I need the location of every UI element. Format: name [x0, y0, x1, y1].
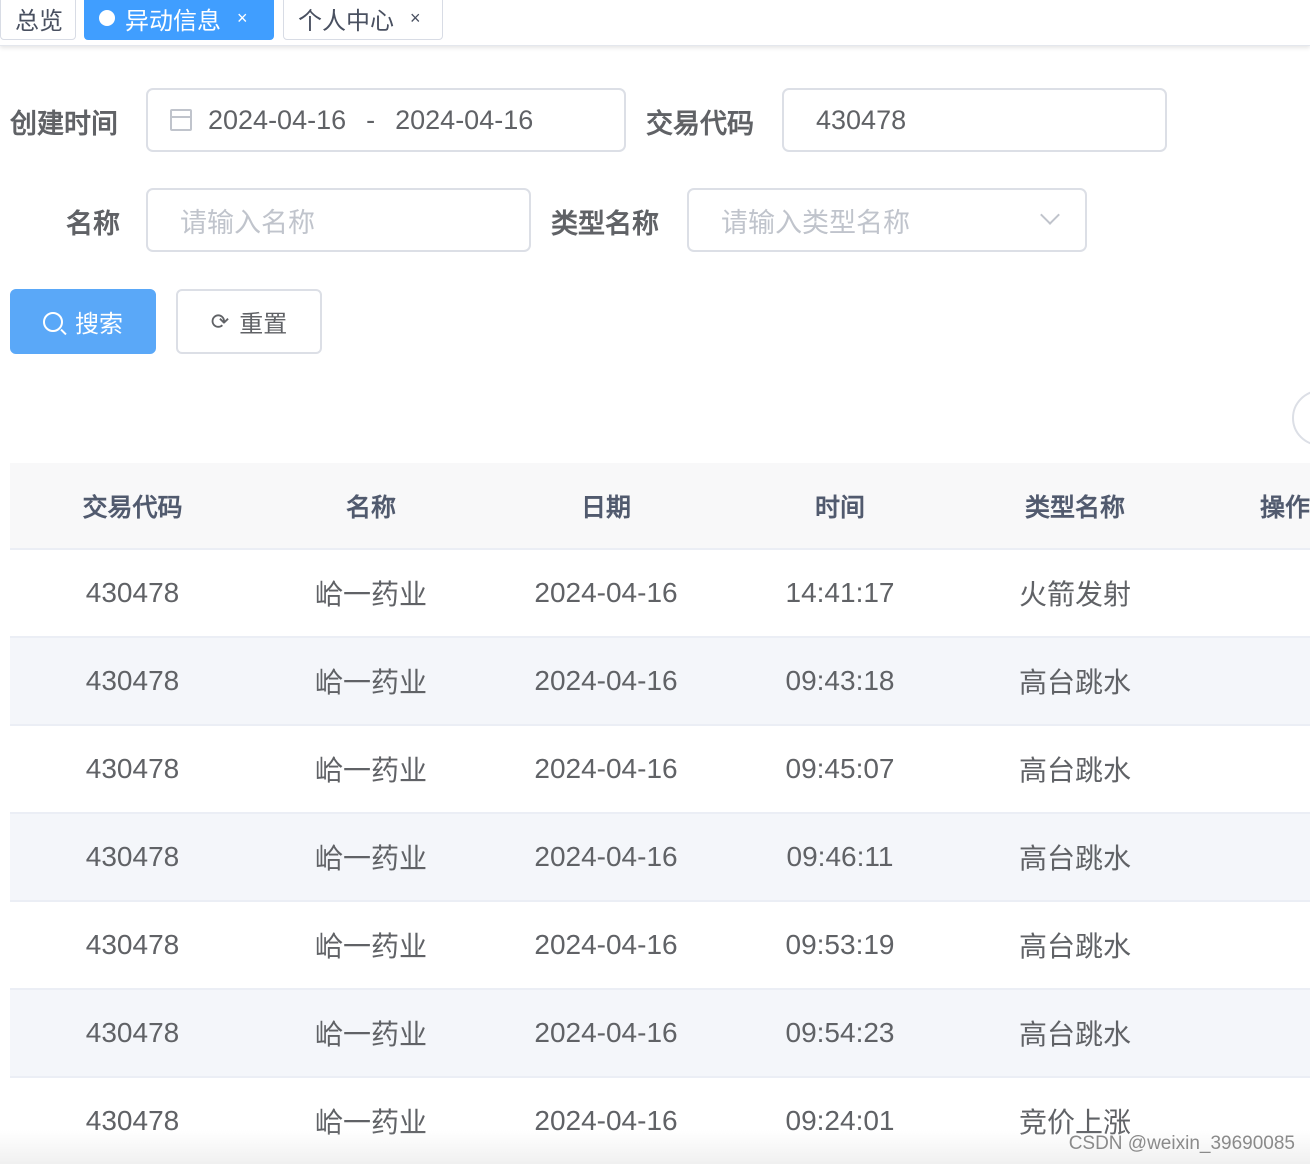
cell-date: 2024-04-16: [534, 1105, 678, 1136]
date-range-picker[interactable]: 2024-04-16 - 2024-04-16: [146, 88, 626, 152]
cell-time: 09:53:19: [785, 929, 895, 960]
cell-trade-code: 430478: [85, 665, 180, 696]
close-icon[interactable]: ×: [410, 8, 421, 29]
cell-time: 09:43:18: [785, 665, 895, 696]
tag-overview[interactable]: 总览: [0, 0, 76, 40]
calendar-icon: [170, 109, 192, 131]
column-header: 名称: [345, 493, 396, 522]
column-header: 时间: [814, 493, 865, 522]
search-button[interactable]: 搜索: [10, 289, 156, 354]
cell-type-name: 高台跳水: [1018, 667, 1131, 698]
cell-time: 09:24:01: [785, 1105, 895, 1136]
type-name-select[interactable]: 请输入类型名称: [687, 188, 1087, 252]
table-row: 430478 峆一药业 2024-04-16 09:53:19 高台跳水: [10, 902, 1310, 990]
cell-name: 峆一药业: [314, 1107, 427, 1138]
search-icon: [43, 311, 63, 332]
cell-trade-code: 430478: [85, 753, 180, 784]
cell-name: 峆一药业: [314, 755, 427, 786]
date-start[interactable]: 2024-04-16: [208, 105, 346, 136]
cell-trade-code: 430478: [85, 577, 180, 608]
column-header: 操作: [1259, 493, 1310, 522]
table-row: 430478 峆一药业 2024-04-16 09:45:07 高台跳水: [10, 726, 1310, 814]
cell-name: 峆一药业: [314, 931, 427, 962]
table-header: 交易代码 名称 日期 时间 类型名称 操作: [10, 463, 1310, 550]
column-header: 类型名称: [1024, 493, 1125, 522]
toolbar-circle-button[interactable]: [1292, 390, 1310, 446]
cell-name: 峆一药业: [314, 667, 427, 698]
cell-trade-code: 430478: [85, 929, 180, 960]
cell-trade-code: 430478: [85, 841, 180, 872]
cell-time: 09:45:07: [785, 753, 895, 784]
cell-date: 2024-04-16: [534, 577, 678, 608]
cell-name: 峆一药业: [314, 579, 427, 610]
cell-date: 2024-04-16: [534, 1017, 678, 1048]
reset-button-label: 重置: [239, 311, 288, 338]
tags-view-bar: 总览 异动信息 × 个人中心 ×: [0, 0, 1310, 46]
type-name-label: 类型名称: [551, 209, 659, 239]
cell-type-name: 高台跳水: [1018, 843, 1131, 874]
table-row: 430478 峆一药业 2024-04-16 09:46:11 高台跳水: [10, 814, 1310, 902]
data-table: 交易代码 名称 日期 时间 类型名称 操作 430478 峆一药业 2024-0…: [10, 463, 1310, 1164]
refresh-icon: ⟳: [210, 308, 230, 334]
cell-time: 09:46:11: [786, 841, 894, 872]
cell-type-name: 高台跳水: [1018, 931, 1131, 962]
tag-abnormal-info[interactable]: 异动信息 ×: [84, 0, 274, 40]
tag-personal-center[interactable]: 个人中心 ×: [283, 0, 443, 40]
close-icon[interactable]: ×: [237, 8, 248, 29]
tag-label: 总览: [15, 7, 63, 35]
trade-code-label: 交易代码: [646, 109, 754, 139]
trade-code-input[interactable]: 430478: [782, 88, 1167, 152]
cell-date: 2024-04-16: [534, 841, 678, 872]
table-row: 430478 峆一药业 2024-04-16 14:41:17 火箭发射: [10, 550, 1310, 638]
type-name-placeholder: 请输入类型名称: [721, 207, 910, 238]
chevron-down-icon: [1040, 205, 1060, 225]
cell-time: 14:41:17: [785, 577, 895, 608]
reset-button[interactable]: ⟳ 重置: [176, 289, 322, 354]
tag-label: 异动信息: [125, 7, 221, 35]
name-input[interactable]: 请输入名称: [146, 188, 531, 252]
cell-date: 2024-04-16: [534, 929, 678, 960]
table-row: 430478 峆一药业 2024-04-16 09:43:18 高台跳水: [10, 638, 1310, 726]
table-row: 430478 峆一药业 2024-04-16 09:54:23 高台跳水: [10, 990, 1310, 1078]
cell-trade-code: 430478: [85, 1017, 180, 1048]
created-time-label: 创建时间: [10, 109, 118, 139]
cell-trade-code: 430478: [85, 1105, 180, 1136]
cell-date: 2024-04-16: [534, 753, 678, 784]
watermark: CSDN @weixin_39690085: [1068, 1133, 1295, 1154]
cell-type-name: 火箭发射: [1018, 579, 1131, 610]
cell-name: 峆一药业: [314, 1019, 427, 1050]
cell-name: 峆一药业: [314, 843, 427, 874]
column-header: 日期: [580, 493, 631, 522]
cell-type-name: 高台跳水: [1018, 755, 1131, 786]
cell-time: 09:54:23: [785, 1017, 895, 1048]
date-end[interactable]: 2024-04-16: [395, 105, 533, 136]
active-dot-icon: [99, 10, 115, 26]
tag-label: 个人中心: [298, 7, 394, 35]
trade-code-value: 430478: [816, 104, 907, 135]
name-placeholder: 请输入名称: [180, 207, 315, 238]
cell-date: 2024-04-16: [534, 665, 678, 696]
column-header: 交易代码: [82, 493, 183, 522]
name-label: 名称: [66, 209, 120, 239]
search-button-label: 搜索: [75, 311, 123, 338]
date-separator: -: [366, 104, 376, 135]
cell-type-name: 高台跳水: [1018, 1019, 1131, 1050]
